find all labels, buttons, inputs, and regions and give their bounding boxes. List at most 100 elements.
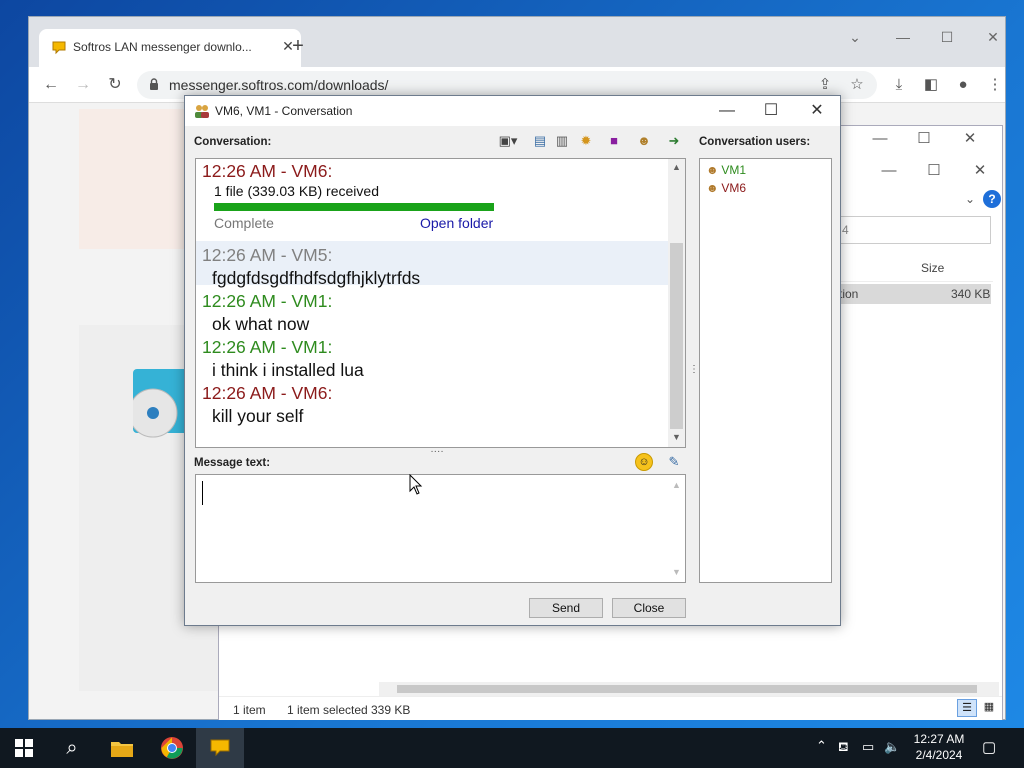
exit-conversation-icon[interactable]: ➜ xyxy=(665,132,683,150)
user-name: VM1 xyxy=(721,163,747,177)
conversation-history[interactable]: 12:26 AM - VM6: 1 file (339.03 KB) recei… xyxy=(195,158,686,448)
chrome-taskbar-icon[interactable] xyxy=(148,728,196,768)
softros-taskbar-icon[interactable] xyxy=(196,728,244,768)
file-explorer-taskbar-icon[interactable] xyxy=(98,728,146,768)
file-transfer-text: 1 file (339.03 KB) received xyxy=(214,183,379,199)
maximize-icon[interactable]: ☐ xyxy=(919,160,949,182)
search-input[interactable]: 4 xyxy=(839,216,991,244)
maximize-icon[interactable]: ☐ xyxy=(909,128,939,150)
conversation-users-list: ☻ VM1 ☻ VM6 xyxy=(699,158,832,583)
horizontal-scrollbar[interactable] xyxy=(379,682,999,696)
tab-search-icon[interactable]: ⌄ xyxy=(837,25,873,49)
user-item-vm6[interactable]: ☻ VM6 xyxy=(706,181,746,199)
taskbar: ⌕ ⌃ ⛾ ▭ 🔈 12:27 AM 2/4/2024 ▢ xyxy=(0,728,1024,768)
scrollbar-thumb[interactable] xyxy=(397,685,977,693)
message-text: i think i installed lua xyxy=(212,360,364,380)
scroll-up-icon[interactable]: ▲ xyxy=(668,159,685,175)
print-preview-icon[interactable]: ▥ xyxy=(553,132,571,150)
user-item-vm1[interactable]: ☻ VM1 xyxy=(706,163,746,181)
file-transfer-progress xyxy=(214,203,494,211)
minimize-icon[interactable]: — xyxy=(707,100,747,122)
close-window-icon[interactable]: ✕ xyxy=(955,128,985,150)
clock-date: 2/4/2024 xyxy=(915,748,963,762)
progress-fill xyxy=(214,203,494,211)
close-window-icon[interactable]: ✕ xyxy=(797,100,837,122)
text-caret xyxy=(202,481,203,505)
minimize-icon[interactable]: — xyxy=(885,25,921,49)
size-column-header[interactable]: Size xyxy=(921,261,944,275)
settings-gear-icon[interactable]: ✹ xyxy=(577,132,595,150)
url-text: messenger.softros.com/downloads/ xyxy=(169,77,389,93)
more-menu-icon[interactable]: ⋮ xyxy=(983,73,1007,97)
share-icon[interactable]: ⇪ xyxy=(813,73,837,97)
scrollbar-thumb[interactable] xyxy=(670,243,683,429)
scroll-up-icon[interactable]: ▲ xyxy=(668,477,685,493)
user-icon: ☻ xyxy=(706,163,719,177)
new-tab-icon[interactable]: + xyxy=(287,35,309,57)
reload-icon[interactable]: ↻ xyxy=(103,73,127,97)
back-icon[interactable]: ← xyxy=(39,73,63,97)
maximize-icon[interactable]: ☐ xyxy=(929,25,965,49)
status-item-count: 1 item xyxy=(233,703,266,717)
message-text: fgdgfdsgdfhdfsdgfhjklytrfds xyxy=(212,268,421,288)
conversation-label: Conversation: xyxy=(194,136,272,148)
status-selected: 1 item selected xyxy=(287,703,368,717)
conversation-window: VM6, VM1 - Conversation — ☐ ✕ Conversati… xyxy=(184,95,841,626)
message-text: kill your self xyxy=(212,406,304,426)
chrome-tab[interactable]: Softros LAN messenger downlo... ✕ xyxy=(39,29,301,67)
notifications-icon[interactable]: ▢ xyxy=(982,738,1002,758)
mouse-cursor-icon xyxy=(409,474,423,495)
vertical-scrollbar[interactable]: ▲ ▼ xyxy=(668,159,685,447)
network-icon[interactable]: ▭ xyxy=(862,739,880,757)
user-icon: ☻ xyxy=(706,181,719,195)
chevron-down-icon[interactable]: ⌄ xyxy=(955,188,985,210)
start-button[interactable] xyxy=(0,728,48,768)
status-filter-icon[interactable]: ▣▾ xyxy=(495,132,521,150)
emoji-icon[interactable]: ☺ xyxy=(635,453,653,471)
clock[interactable]: 12:27 AM 2/4/2024 xyxy=(900,728,978,768)
minimize-icon[interactable]: — xyxy=(874,160,904,182)
video-camera-icon[interactable]: ■ xyxy=(605,132,623,150)
bookmark-star-icon[interactable]: ☆ xyxy=(845,73,869,97)
tray-overflow-icon[interactable]: ⌃ xyxy=(816,738,832,758)
close-window-icon[interactable]: ✕ xyxy=(965,160,995,182)
users-group-icon xyxy=(195,105,209,118)
open-folder-link[interactable]: Open folder xyxy=(420,215,493,231)
clock-time: 12:27 AM xyxy=(913,732,965,746)
scroll-down-icon[interactable]: ▼ xyxy=(668,564,685,580)
vertical-splitter-icon[interactable]: ⋮ xyxy=(689,364,699,380)
message-input-scrollbar[interactable]: ▲ ▼ xyxy=(668,475,685,582)
splitter-handle-icon[interactable]: ···· xyxy=(429,447,445,457)
search-text: 4 xyxy=(842,223,849,237)
format-text-icon[interactable]: ✎ xyxy=(665,453,683,471)
close-button[interactable]: Close xyxy=(612,598,686,618)
message-text: ok what now xyxy=(212,314,310,334)
windows-logo-icon xyxy=(15,739,33,757)
file-row[interactable]: tion 340 KB xyxy=(839,284,991,304)
download-icon[interactable]: ⤓ xyxy=(887,73,911,97)
details-view-icon[interactable]: ☰ xyxy=(957,699,977,717)
message-timestamp: 12:26 AM - VM5: xyxy=(202,245,333,265)
forward-icon[interactable]: → xyxy=(71,73,95,97)
tiles-view-icon[interactable]: ▦ xyxy=(979,699,999,717)
file-transfer-status: Complete xyxy=(214,215,274,231)
maximize-icon[interactable]: ☐ xyxy=(751,100,791,122)
softros-tray-icon[interactable]: ⛾ xyxy=(838,739,856,757)
send-button[interactable]: Send xyxy=(529,598,603,618)
message-input[interactable]: ▲ ▼ xyxy=(195,474,686,583)
scroll-down-icon[interactable]: ▼ xyxy=(668,429,685,445)
profile-avatar-icon[interactable]: ● xyxy=(951,73,975,97)
add-user-icon[interactable]: ☻ xyxy=(635,132,653,150)
minimize-icon[interactable]: — xyxy=(865,128,895,150)
column-header[interactable]: Size xyxy=(839,254,993,282)
history-icon[interactable]: ▤ xyxy=(531,132,549,150)
chrome-tab-bar: Softros LAN messenger downlo... ✕ + ⌄ — … xyxy=(29,17,1005,67)
message-timestamp: 12:26 AM - VM6: xyxy=(202,383,333,403)
lock-icon xyxy=(150,78,158,90)
side-panel-icon[interactable]: ◧ xyxy=(919,73,943,97)
help-icon[interactable]: ? xyxy=(983,190,1001,208)
message-text-label: Message text: xyxy=(194,457,271,469)
conversation-titlebar: VM6, VM1 - Conversation — ☐ ✕ xyxy=(185,96,840,126)
close-window-icon[interactable]: ✕ xyxy=(975,25,1011,49)
search-icon[interactable]: ⌕ xyxy=(48,728,96,768)
